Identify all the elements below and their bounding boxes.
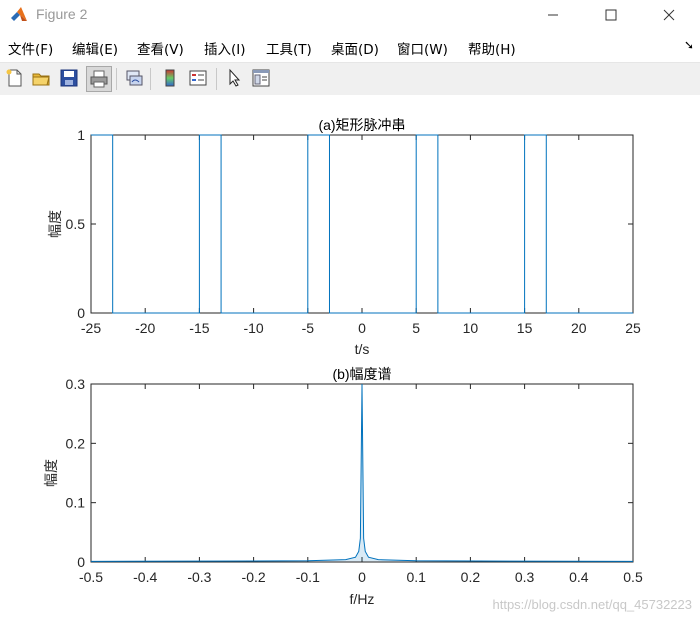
toolbar [0,62,700,96]
toolbar-separator [216,68,217,90]
menu-bar: 文件(F) 编辑(E) 查看(V) 插入(I) 工具(T) 桌面(D) 窗口(W… [0,34,700,60]
x-tick-label: -0.1 [296,569,320,585]
pointer-icon [229,68,241,87]
watermark: https://blog.csdn.net/qq_45732223 [492,597,693,612]
link-plot-button[interactable] [122,66,146,90]
axes-amplitude-spectrum[interactable]: (b)幅度谱 f/Hz 幅度 -0.5 -0.4 -0.3 -0.2 -0.1 0 0.1 0… [43,366,643,607]
x-tick-label: 20 [571,320,587,336]
y-tick-label: 1 [77,127,85,143]
toolbar-separator [116,68,117,90]
toolbar-separator [150,68,151,90]
x-tick-label: -15 [189,320,209,336]
x-tick-label: 0.2 [461,569,481,585]
property-editor-icon [252,69,270,87]
y-tick-label: 0.2 [66,435,86,451]
legend-button[interactable] [186,66,210,90]
y-tick-label: 0 [77,554,85,570]
x-tick-label: -0.2 [242,569,266,585]
open-file-button[interactable] [29,66,53,90]
property-editor-button[interactable] [249,66,273,90]
y-tick-label: 0.3 [66,376,86,392]
x-tick-label: -0.5 [79,569,103,585]
x-tick-label: -5 [302,320,315,336]
y-axis-label: 幅度 [47,210,63,238]
axes-title: (b)幅度谱 [332,366,391,382]
menu-tools[interactable]: 工具(T) [266,38,312,58]
x-tick-label: 15 [517,320,533,336]
open-folder-icon [32,73,50,86]
menu-desktop[interactable]: 桌面(D) [331,38,379,58]
x-tick-label: 0 [358,569,366,585]
x-tick-label: 10 [463,320,479,336]
save-button[interactable] [57,66,81,90]
link-plot-icon [126,70,143,86]
print-button[interactable] [86,66,112,92]
menu-help[interactable]: 帮助(H) [468,38,516,58]
menu-insert[interactable]: 插入(I) [204,38,246,58]
maximize-button[interactable] [588,0,634,30]
x-tick-label: 0.5 [623,569,643,585]
colorbar-icon [165,69,175,87]
x-tick-label: 25 [625,320,641,336]
x-tick-label: -10 [243,320,263,336]
x-axis-label: f/Hz [350,591,375,607]
figure-plots[interactable]: (a)矩形脉冲串 t/s 幅度 -25 -20 -15 -10 -5 0 5 10 15 20 25… [0,95,700,616]
figure-canvas: (a)矩形脉冲串 t/s 幅度 -25 -20 -15 -10 -5 0 5 10 15 20 25… [0,95,700,616]
maximize-icon [605,9,617,21]
close-button[interactable] [646,0,692,30]
x-axis-label: t/s [355,341,370,357]
x-tick-label: -25 [81,320,101,336]
title-bar: Figure 2 [0,0,700,30]
x-tick-label: 5 [412,320,420,336]
x-tick-label: -20 [135,320,155,336]
x-tick-label: 0.1 [406,569,426,585]
matlab-logo-icon [11,7,27,21]
axes-rectangular-pulse-train[interactable]: (a)矩形脉冲串 t/s 幅度 -25 -20 -15 -10 -5 0 5 10 15 20 25… [47,117,641,357]
new-figure-button[interactable] [3,66,27,90]
edit-plot-button[interactable] [222,66,246,90]
minimize-icon [548,14,558,16]
y-tick-label: 0.1 [66,495,86,511]
axes-title: (a)矩形脉冲串 [318,117,405,133]
x-tick-label: -0.3 [187,569,211,585]
x-tick-label: -0.4 [133,569,157,585]
window-title: Figure 2 [36,6,88,22]
new-figure-icon [6,69,22,87]
x-tick-label: 0.3 [515,569,535,585]
legend-icon [189,70,207,86]
x-tick-label: 0.4 [569,569,589,585]
print-icon [90,70,108,88]
axes-box [90,134,634,314]
y-tick-label: 0.5 [66,216,86,232]
menu-window[interactable]: 窗口(W) [397,38,448,58]
dock-arrow-icon[interactable]: ➘ [684,38,694,52]
menu-edit[interactable]: 编辑(E) [72,38,118,58]
y-axis-label: 幅度 [43,459,59,487]
colorbar-button[interactable] [158,66,182,90]
save-icon [60,69,78,87]
close-icon [663,9,675,21]
y-tick-label: 0 [77,305,85,321]
x-tick-label: 0 [358,320,366,336]
minimize-button[interactable] [530,0,576,30]
menu-view[interactable]: 查看(V) [137,38,184,58]
menu-file[interactable]: 文件(F) [8,38,53,58]
